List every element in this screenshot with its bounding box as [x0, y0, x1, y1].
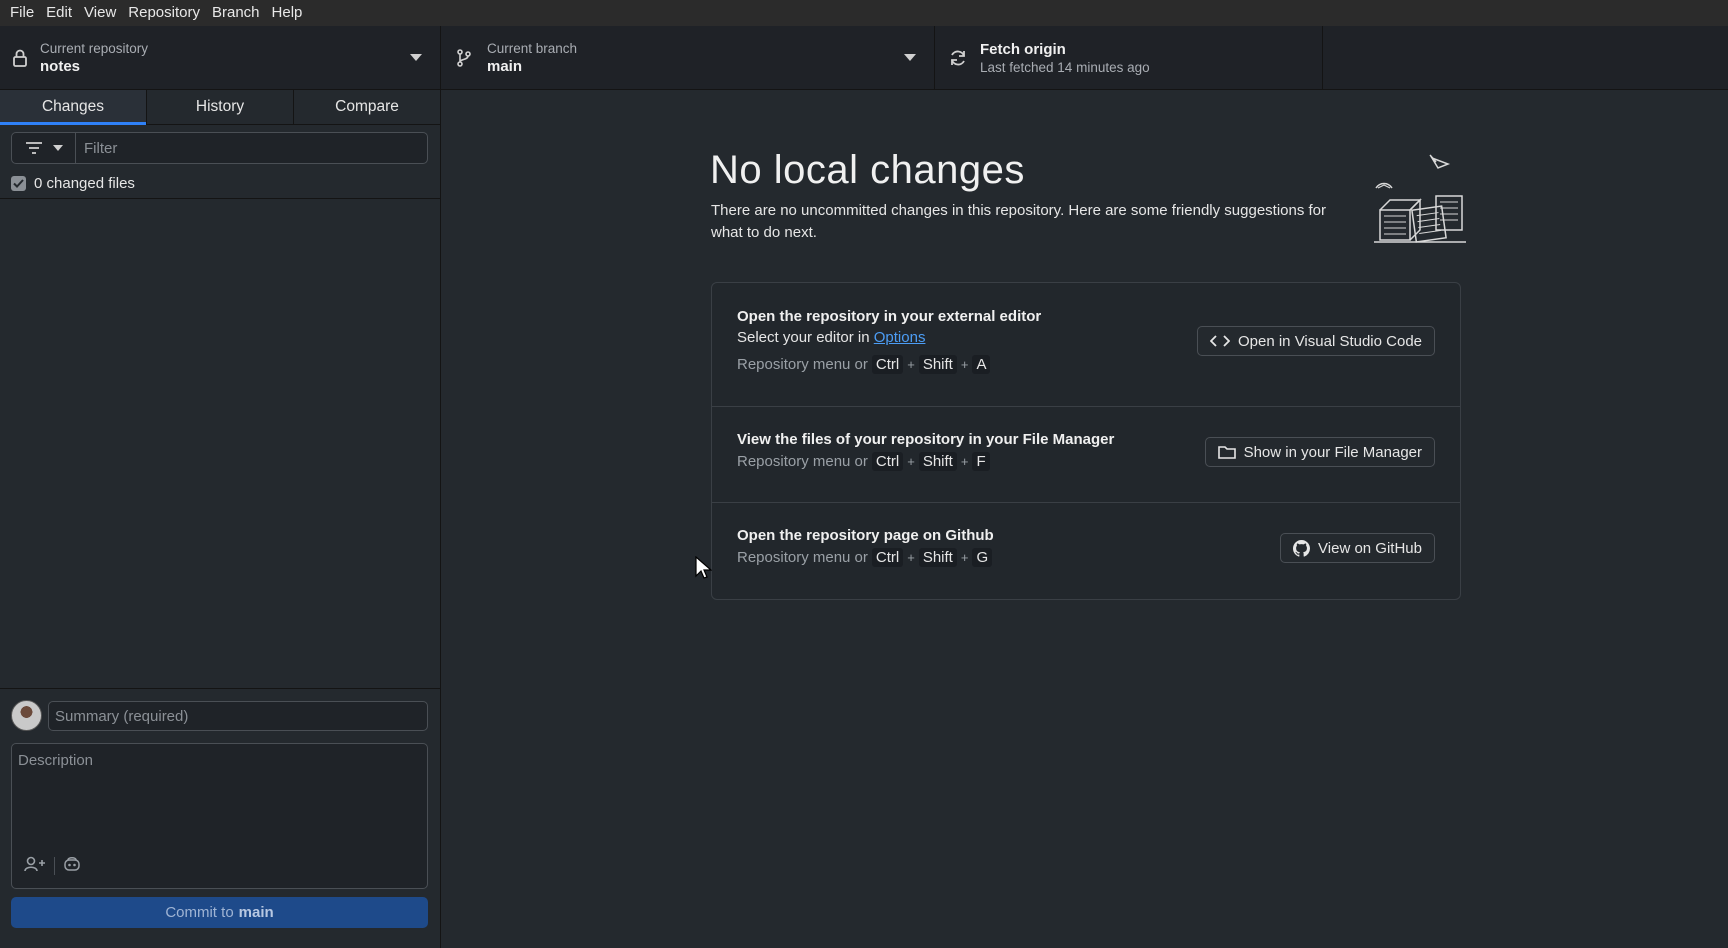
- changed-files-row: 0 changed files: [0, 168, 440, 199]
- shortcut-key: F: [972, 452, 990, 471]
- view-on-github-label: View on GitHub: [1318, 539, 1422, 557]
- current-branch-label: Current branch: [487, 41, 578, 56]
- shortcut-key: G: [972, 548, 993, 567]
- shortcut-key: Shift: [918, 548, 957, 567]
- current-repository-button[interactable]: Current repository notes: [0, 26, 441, 90]
- last-fetched-text: Last fetched 14 minutes ago: [980, 60, 1150, 75]
- page-title: No local changes: [710, 148, 1025, 192]
- main-pane: No local changes There are no uncommitte…: [442, 90, 1728, 948]
- chevron-down-icon: [904, 54, 916, 61]
- select-all-checkbox[interactable]: [11, 175, 26, 191]
- suggestion-files: View the files of your repository in you…: [712, 407, 1460, 503]
- chevron-down-icon: [52, 145, 63, 151]
- add-coauthor-icon[interactable]: [24, 856, 46, 876]
- suggestion-github-title: Open the repository page on Github: [737, 527, 994, 544]
- sync-icon: [935, 48, 980, 68]
- plus-separator: +: [907, 357, 915, 372]
- commit-button[interactable]: Commit to main: [11, 897, 428, 928]
- suggestion-github: Open the repository page on Github Repos…: [712, 503, 1460, 599]
- filter-row: [11, 132, 428, 164]
- tab-compare[interactable]: Compare: [294, 90, 440, 124]
- menu-repository[interactable]: Repository: [122, 0, 206, 26]
- suggestion-files-shortcut: Repository menu or Ctrl + Shift + F: [737, 452, 990, 471]
- chevron-down-icon: [410, 54, 422, 61]
- suggestion-editor-shortcut: Repository menu or Ctrl + Shift + A: [737, 355, 991, 374]
- suggestion-editor-title: Open the repository in your external edi…: [737, 308, 1042, 325]
- empty-state-illustration: [1374, 154, 1466, 243]
- menu-edit[interactable]: Edit: [40, 0, 78, 26]
- copilot-icon[interactable]: [63, 856, 81, 876]
- tab-changes[interactable]: Changes: [0, 90, 147, 125]
- commit-button-branch: main: [238, 904, 274, 921]
- code-icon: [1209, 335, 1230, 347]
- filter-input[interactable]: [76, 133, 427, 163]
- shortcut-prefix: Repository menu or: [737, 356, 868, 373]
- show-in-file-manager-button[interactable]: Show in your File Manager: [1204, 437, 1435, 467]
- fetch-origin-button[interactable]: Fetch origin Last fetched 14 minutes ago: [935, 26, 1323, 90]
- tab-history[interactable]: History: [147, 90, 294, 124]
- avatar: [11, 700, 42, 731]
- shortcut-prefix: Repository menu or: [737, 549, 868, 566]
- shortcut-key: Ctrl: [871, 355, 904, 374]
- shortcut-key: Ctrl: [871, 452, 904, 471]
- suggestion-editor: Open the repository in your external edi…: [712, 283, 1460, 407]
- page-subtitle: There are no uncommitted changes in this…: [711, 202, 1327, 241]
- commit-button-prefix: Commit to: [165, 904, 234, 921]
- menu-bar: File Edit View Repository Branch Help: [0, 0, 1728, 26]
- current-repository-label: Current repository: [40, 41, 149, 56]
- shortcut-key: Shift: [918, 452, 957, 471]
- suggestion-files-title: View the files of your repository in you…: [737, 431, 1115, 448]
- description-box: [11, 743, 428, 889]
- toolbar: Current repository notes Current branch …: [0, 26, 1728, 90]
- options-link[interactable]: Options: [874, 329, 926, 346]
- plus-separator: +: [960, 550, 969, 565]
- divider: [54, 857, 55, 875]
- description-input[interactable]: [12, 744, 427, 844]
- plus-separator: +: [907, 550, 915, 565]
- folder-icon: [1217, 446, 1236, 459]
- sidebar-tabs: Changes History Compare: [0, 90, 440, 125]
- lock-icon: [0, 48, 40, 68]
- check-icon: [13, 178, 24, 188]
- github-icon: [1293, 539, 1311, 557]
- menu-file[interactable]: File: [4, 0, 40, 26]
- open-in-editor-button[interactable]: Open in Visual Studio Code: [1196, 326, 1435, 356]
- suggestion-editor-line: Select your editor in Options: [737, 329, 925, 346]
- suggestions-panel: Open the repository in your external edi…: [711, 282, 1461, 600]
- summary-input[interactable]: [48, 701, 428, 731]
- show-in-file-manager-label: Show in your File Manager: [1243, 443, 1422, 461]
- current-repository-value: notes: [40, 58, 81, 75]
- suggestion-github-shortcut: Repository menu or Ctrl + Shift + G: [737, 548, 993, 567]
- filter-options-button[interactable]: [12, 133, 76, 163]
- filter-icon: [25, 142, 42, 154]
- git-branch-icon: [441, 48, 487, 68]
- open-in-editor-label: Open in Visual Studio Code: [1237, 332, 1422, 350]
- commit-area: Commit to main: [0, 688, 440, 948]
- sidebar: Changes History Compare 0 changed files: [0, 90, 441, 948]
- shortcut-key: Shift: [918, 355, 957, 374]
- plus-separator: +: [960, 357, 969, 372]
- suggestion-editor-line-text: Select your editor in: [737, 329, 870, 346]
- description-tools: [24, 856, 81, 876]
- plus-separator: +: [907, 454, 915, 469]
- shortcut-key: A: [972, 355, 991, 374]
- fetch-origin-label: Fetch origin: [980, 41, 1066, 58]
- menu-help[interactable]: Help: [266, 0, 309, 26]
- menu-view[interactable]: View: [78, 0, 122, 26]
- changed-files-count: 0 changed files: [34, 174, 135, 192]
- shortcut-key: Ctrl: [871, 548, 904, 567]
- current-branch-value: main: [487, 58, 523, 75]
- mouse-cursor-icon: [695, 556, 712, 579]
- shortcut-prefix: Repository menu or: [737, 453, 868, 470]
- menu-branch[interactable]: Branch: [206, 0, 266, 26]
- current-branch-button[interactable]: Current branch main: [441, 26, 935, 90]
- plus-separator: +: [960, 454, 969, 469]
- view-on-github-button[interactable]: View on GitHub: [1280, 533, 1435, 563]
